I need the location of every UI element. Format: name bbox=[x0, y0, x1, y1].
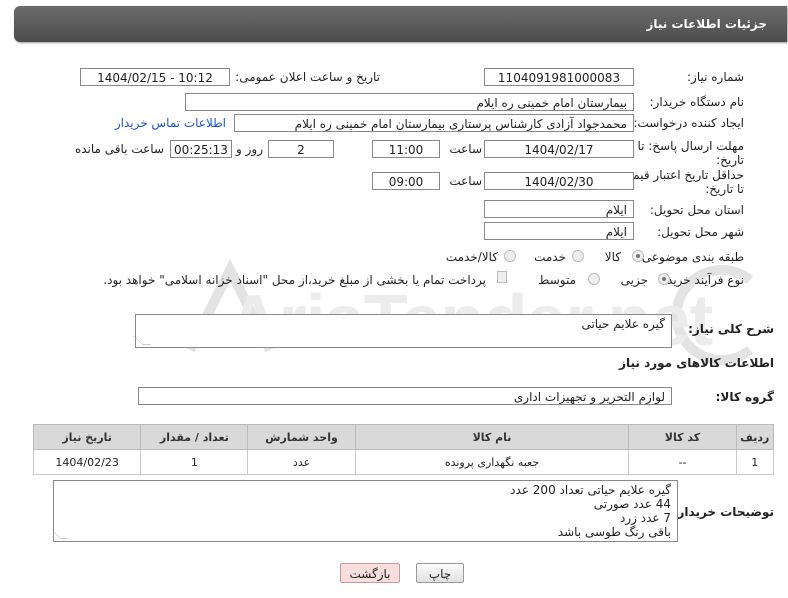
purchase-type-label: نوع فرآیند خرید : bbox=[659, 273, 744, 287]
print-button[interactable]: چاپ bbox=[416, 563, 464, 583]
resize-grip-icon[interactable] bbox=[133, 336, 152, 345]
deadline-label: مهلت ارسال پاسخ: تا bbox=[637, 139, 744, 153]
cell-name: جعبه نگهداری پرونده bbox=[354, 449, 630, 475]
table-row: 1 -- جعبه نگهداری پرونده عدد 1 1404/02/2… bbox=[32, 449, 775, 475]
cell-quantity: 1 bbox=[140, 449, 249, 475]
treasury-payment-note: پرداخت تمام یا بخشی از مبلغ خرید،از محل … bbox=[103, 273, 486, 287]
cell-code: -- bbox=[628, 449, 737, 475]
summary-label: شرح کلی نیاز: bbox=[688, 322, 774, 336]
back-button[interactable]: بازگشت bbox=[340, 563, 400, 583]
col-name-header: نام کالا bbox=[354, 424, 630, 450]
cell-row-number: 1 bbox=[735, 449, 775, 475]
col-qty-header: تعداد / مقدار bbox=[140, 424, 249, 450]
summary-field: گیره علایم حیاتی bbox=[133, 314, 672, 348]
requester-field: محمدجواد آزادی کارشناس پرستاری بیمارستان… bbox=[234, 114, 634, 132]
buyer-notes-line: گیره علایم حیاتی تعداد 200 عدد bbox=[510, 483, 671, 497]
deadline-date-field: 1404/02/17 bbox=[484, 140, 634, 158]
need-number-field: 1104091981000083 bbox=[484, 68, 634, 86]
buyer-org-field: بیمارستان امام خمینی ره ایلام bbox=[185, 93, 634, 111]
deadline-time-field: 11:00 bbox=[372, 140, 440, 158]
price-validity-time-label: ساعت bbox=[449, 174, 482, 188]
delivery-city-field: ایلام bbox=[484, 222, 634, 240]
days-remaining-field: 2 bbox=[268, 140, 334, 158]
buyer-notes-line: 7 عدد زرد bbox=[619, 511, 671, 525]
buyer-contact-link[interactable]: اطلاعات تماس خریدار bbox=[115, 116, 226, 130]
category-goods-label: کالا bbox=[604, 250, 621, 264]
col-unit-header: واحد شمارش bbox=[247, 424, 356, 450]
col-row-header: ردیف bbox=[735, 424, 775, 450]
deadline-time-label: ساعت bbox=[449, 142, 482, 156]
remaining-time-field: 00:25:13 bbox=[170, 140, 232, 158]
col-date-header: تاریخ نیاز bbox=[32, 424, 142, 450]
buyer-notes-field: گیره علایم حیاتی تعداد 200 عدد 44 عدد صو… bbox=[51, 480, 678, 542]
price-validity-label: حداقل تاریخ اعتبار قیمت: bbox=[617, 168, 744, 182]
days-label: روز و bbox=[236, 142, 263, 156]
delivery-city-label: شهر محل تحویل: bbox=[657, 225, 744, 239]
goods-group-label: گروه کالا: bbox=[715, 390, 774, 404]
category-goods-service-radio[interactable] bbox=[504, 250, 516, 262]
need-number-label: شماره نیاز: bbox=[687, 70, 744, 84]
table-header-row: ردیف کد کالا نام کالا واحد شمارش تعداد /… bbox=[32, 424, 775, 450]
summary-text: گیره علایم حیاتی bbox=[581, 317, 665, 331]
page-header: جزئیات اطلاعات نیاز bbox=[14, 6, 787, 42]
remaining-time-label: ساعت باقی مانده bbox=[74, 142, 164, 156]
category-label: طبقه بندی موضوعی: bbox=[637, 250, 744, 264]
purchase-minor-label: جزیی bbox=[620, 273, 648, 287]
category-service-label: خدمت bbox=[534, 250, 566, 264]
deadline-label-date: تاریخ: bbox=[716, 153, 744, 167]
buyer-notes-label: توضیحات خریدار: bbox=[672, 505, 774, 519]
requester-label: ایجاد کننده درخواست: bbox=[633, 116, 744, 130]
purchase-minor-radio[interactable] bbox=[658, 273, 670, 285]
delivery-province-field: ایلام bbox=[484, 200, 634, 218]
purchase-medium-label: متوسط bbox=[538, 273, 576, 287]
cell-need-date: 1404/02/23 bbox=[32, 449, 142, 475]
announce-date-field: 1404/02/15 - 10:12 bbox=[80, 68, 230, 86]
goods-info-title: اطلاعات کالاهای مورد نیاز bbox=[619, 356, 774, 370]
price-validity-date-field: 1404/02/30 bbox=[484, 172, 634, 190]
category-goods-service-label: کالا/خدمت bbox=[445, 250, 498, 264]
price-validity-time-field: 09:00 bbox=[372, 172, 440, 190]
category-service-radio[interactable] bbox=[572, 250, 584, 262]
cell-unit: عدد bbox=[247, 449, 356, 475]
announce-date-label: تاریخ و ساعت اعلان عمومی: bbox=[235, 70, 380, 84]
items-table: ردیف کد کالا نام کالا واحد شمارش تعداد /… bbox=[32, 424, 775, 475]
price-validity-label-date: تا تاریخ: bbox=[705, 182, 744, 196]
buyer-org-label: نام دستگاه خریدار: bbox=[649, 95, 745, 109]
buyer-notes-line: باقی رنگ طوسی باشد bbox=[557, 525, 671, 539]
treasury-payment-checkbox[interactable] bbox=[497, 271, 507, 283]
goods-group-field: لوازم التحریر و تجهیزات اداری bbox=[138, 387, 672, 405]
col-code-header: کد کالا bbox=[628, 424, 737, 450]
buyer-notes-line: 44 عدد صورتی bbox=[593, 497, 671, 511]
delivery-province-label: استان محل تحویل: bbox=[649, 203, 744, 217]
category-goods-radio[interactable] bbox=[632, 250, 644, 262]
page-title: جزئیات اطلاعات نیاز bbox=[646, 17, 767, 31]
purchase-medium-radio[interactable] bbox=[588, 273, 600, 285]
